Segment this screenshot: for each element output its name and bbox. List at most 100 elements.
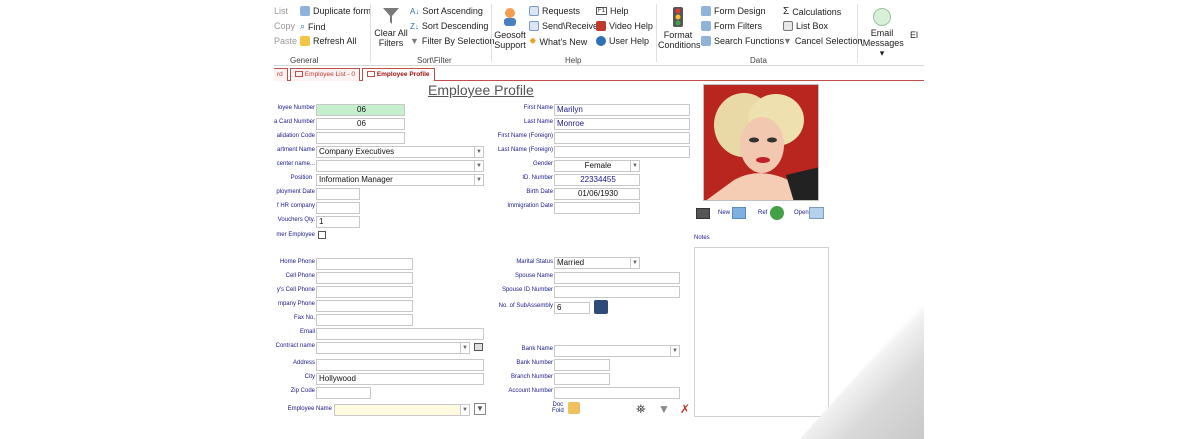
open-image-icon[interactable] <box>809 207 824 219</box>
form-filters-button[interactable]: Form Filters <box>701 21 762 31</box>
chevron-down-icon[interactable]: ▼ <box>460 405 469 415</box>
chevron-down-icon[interactable]: ▼ <box>460 343 469 353</box>
fax-field[interactable] <box>316 314 413 326</box>
chevron-down-icon[interactable]: ▼ <box>474 147 483 157</box>
search-functions-button[interactable]: Search Functions <box>701 36 784 46</box>
fax-label: Fax No. <box>293 315 315 321</box>
address-field[interactable] <box>316 359 484 371</box>
company-phone-field[interactable] <box>316 300 413 312</box>
contract-name-select[interactable]: ▼ <box>316 342 470 354</box>
find-button[interactable]: ⌕ Find <box>300 21 326 32</box>
birth-date-field[interactable]: 01/06/1930 <box>554 188 640 200</box>
video-icon <box>596 21 606 31</box>
list-button[interactable]: List <box>274 6 288 16</box>
form-design-button[interactable]: Form Design <box>701 6 766 16</box>
chevron-down-icon[interactable]: ▼ <box>630 161 639 171</box>
geosoft-support-button[interactable]: Geosoft Support <box>493 6 527 50</box>
gender-select[interactable]: Female ▼ <box>554 160 640 172</box>
immigration-date-field[interactable] <box>554 202 640 214</box>
marital-status-select[interactable]: Married ▼ <box>554 257 640 269</box>
new-image-icon[interactable] <box>732 207 746 219</box>
paste-button[interactable]: Paste <box>274 36 297 46</box>
last-name-field[interactable]: Monroe <box>554 118 690 130</box>
subassembly-icon[interactable] <box>594 300 608 314</box>
new-photo-button[interactable]: New <box>718 210 730 216</box>
branch-number-field[interactable] <box>554 373 610 385</box>
email-field[interactable] <box>316 328 484 340</box>
tab-previous[interactable]: rd <box>274 68 288 81</box>
employee-number-field[interactable]: 06 <box>316 104 405 116</box>
copy-button[interactable]: Copy <box>274 21 295 31</box>
chevron-down-icon[interactable]: ▼ <box>474 175 483 185</box>
sort-descending-button[interactable]: Z↓ Sort Descending <box>410 21 488 31</box>
hr-company-field[interactable] <box>316 202 360 214</box>
zip-code-field[interactable] <box>316 387 371 399</box>
clear-all-filters-button[interactable]: Clear All Filters <box>374 6 408 48</box>
user-help-button[interactable]: User Help <box>596 36 649 46</box>
position-select[interactable]: Information Manager ▼ <box>316 174 484 186</box>
list-box-button[interactable]: List Box <box>783 21 828 31</box>
camera-icon[interactable] <box>696 208 710 219</box>
cancel-selection-button[interactable]: ▼ Cancel Selection <box>783 36 862 46</box>
filter-icon[interactable]: ▼ <box>474 403 486 415</box>
chevron-down-icon[interactable]: ▼ <box>474 161 483 171</box>
cell-phone-2-field[interactable] <box>316 286 413 298</box>
sort-ascending-button[interactable]: A↓ Sort Ascending <box>410 6 483 16</box>
format-conditions-button[interactable]: Format Conditions <box>658 6 701 50</box>
chevron-down-icon[interactable]: ▼ <box>670 346 679 356</box>
chevron-down-icon[interactable]: ▼ <box>630 258 639 268</box>
home-phone-field[interactable] <box>316 258 413 270</box>
vouchers-qty-field[interactable]: 1 <box>316 216 360 228</box>
divider <box>491 4 492 62</box>
tab-employee-list[interactable]: Employee List - 0 <box>290 68 361 81</box>
filter-by-selection-button[interactable]: ▼ Filter By Selection <box>410 36 494 46</box>
contract-details-icon[interactable] <box>474 343 483 351</box>
refresh-icon <box>300 36 310 46</box>
immigration-date-label: Immigration Date <box>507 203 553 209</box>
validation-code-field[interactable] <box>316 132 405 144</box>
spouse-name-field[interactable] <box>554 272 680 284</box>
filter-icon[interactable]: ▼ <box>658 402 670 416</box>
subassembly-field[interactable]: 6 <box>554 302 590 314</box>
tab-employee-profile[interactable]: Employee Profile <box>362 68 435 81</box>
user-help-label: User Help <box>609 36 650 46</box>
form-filters-label: Form Filters <box>714 21 762 31</box>
duplicate-form-button[interactable]: Duplicate form <box>300 6 371 16</box>
id-number-field[interactable]: 22334455 <box>554 174 640 186</box>
employee-photo[interactable] <box>703 84 819 201</box>
email-messages-button[interactable]: Email \Messages ▾ <box>859 8 905 58</box>
refresh-photo-button[interactable]: Ref <box>758 210 767 216</box>
refresh-all-button[interactable]: Refresh All <box>300 36 357 46</box>
send-receive-button[interactable]: Send\Receive <box>529 21 598 31</box>
refresh-icon[interactable] <box>770 206 784 220</box>
requests-button[interactable]: Requests <box>529 6 580 16</box>
calculations-button[interactable]: Σ Calculations <box>783 6 841 17</box>
last-name-foreign-field[interactable] <box>554 146 690 158</box>
f1-help-button[interactable]: F1 Help <box>596 6 629 16</box>
sort-descending-label: Sort Descending <box>421 21 489 31</box>
first-name-field[interactable]: Marilyn <box>554 104 690 116</box>
employment-date-field[interactable] <box>316 188 360 200</box>
open-photo-button[interactable]: Open <box>794 210 809 216</box>
binoculars-icon[interactable]: ⛯ <box>636 402 646 417</box>
doc-fold-button[interactable]: Doc Fold <box>552 402 564 414</box>
cell-phone-field[interactable] <box>316 272 413 284</box>
former-employee-checkbox[interactable] <box>318 231 326 239</box>
delete-icon[interactable]: ✗ <box>680 402 690 416</box>
card-number-field[interactable]: 06 <box>316 118 405 130</box>
city-field[interactable]: Hollywood <box>316 373 484 385</box>
folder-icon[interactable] <box>568 402 580 414</box>
spouse-id-field[interactable] <box>554 286 680 298</box>
first-name-foreign-field[interactable] <box>554 132 690 144</box>
department-name-select[interactable]: Company Executives ▼ <box>316 146 484 158</box>
bank-number-field[interactable] <box>554 359 610 371</box>
notes-field[interactable] <box>694 247 829 417</box>
center-name-select[interactable]: ▼ <box>316 160 484 172</box>
bank-name-select[interactable]: ▼ <box>554 345 680 357</box>
video-help-button[interactable]: Video Help <box>596 21 653 31</box>
group-general-label: General <box>290 56 319 65</box>
employee-name-search-select[interactable]: ▼ <box>334 404 470 416</box>
whats-new-button[interactable]: ✸ What's New <box>529 36 587 47</box>
el-button[interactable]: El <box>910 30 918 40</box>
account-number-field[interactable] <box>554 387 680 399</box>
